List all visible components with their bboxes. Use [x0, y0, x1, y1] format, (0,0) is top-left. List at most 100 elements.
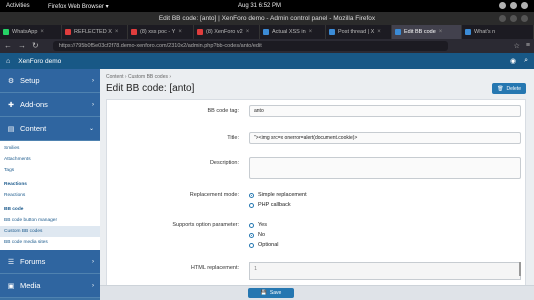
tab-favicon-icon — [197, 29, 203, 35]
sidebar-item-bb-code-button-manager[interactable]: BB code button manager — [0, 215, 100, 226]
tab-0[interactable]: WhatsApp × — [0, 25, 62, 39]
radio-checked-icon — [249, 232, 254, 238]
chevron-right-icon: › — [92, 77, 94, 84]
sidebar-item-tags[interactable]: Tags — [0, 165, 100, 176]
tab-favicon-icon — [131, 29, 137, 35]
tab-favicon-icon — [65, 29, 71, 35]
home-icon[interactable]: ⌂ — [6, 58, 10, 65]
save-button[interactable]: 💾 Save — [248, 288, 294, 298]
site-name[interactable]: XenForo demo — [18, 58, 61, 65]
tab-favicon-icon — [395, 29, 401, 35]
support-yes-radio[interactable]: Yes — [249, 222, 267, 228]
tab-close-icon[interactable]: × — [439, 29, 443, 35]
sidebar-item-attachments[interactable]: Attachments — [0, 154, 100, 165]
admin-sidebar: ⚙ Setup › ✚ Add-ons › ▤ Content ⌄ Smilie… — [0, 69, 100, 300]
tab-5[interactable]: Post thread | X × — [326, 25, 392, 39]
clock[interactable]: Aug 31 6:52 PM — [238, 3, 281, 9]
sidebar-item-custom-bb-codes[interactable]: Custom BB codes — [0, 226, 100, 237]
sidebar-section-forums[interactable]: ☰ Forums › — [0, 250, 100, 274]
header-actions: ◉ ⌕ — [510, 57, 528, 65]
bookmark-star-icon[interactable]: ☆ — [514, 42, 520, 50]
reload-icon[interactable]: ↻ — [32, 42, 39, 50]
tab-7[interactable]: What's n — [462, 25, 534, 39]
support-no-radio[interactable]: No — [249, 232, 265, 238]
trash-icon: 🗑 — [497, 85, 504, 92]
sidebar-section-setup[interactable]: ⚙ Setup › — [0, 69, 100, 93]
minimize-icon[interactable] — [499, 15, 506, 22]
main-content: Content › Custom BB codes › Edit BB code… — [100, 69, 534, 300]
chevron-right-icon: › — [92, 258, 94, 265]
sidebar-item-smilies[interactable]: Smilies — [0, 143, 100, 154]
back-icon[interactable]: ← — [4, 42, 12, 50]
content-submenu: Smilies Attachments Tags Reactions React… — [0, 141, 100, 250]
support-optional-radio[interactable]: Optional — [249, 242, 279, 248]
tab-2[interactable]: (8) xss poc - Y × — [128, 25, 194, 39]
line-number: 1 — [254, 266, 258, 272]
system-tray[interactable] — [499, 2, 528, 9]
tab-close-icon[interactable]: × — [115, 29, 119, 35]
user-icon[interactable]: ◉ — [510, 57, 516, 65]
tab-6-active[interactable]: Edit BB code × — [392, 25, 462, 39]
title-label: Title: — [227, 135, 239, 141]
admin-header: ⌂ XenForo demo ◉ ⌕ — [0, 53, 534, 69]
tab-close-icon[interactable]: × — [178, 29, 182, 35]
save-icon: 💾 — [260, 290, 267, 296]
chevron-down-icon: ⌄ — [88, 126, 94, 132]
sidebar-item-bb-code-media-sites[interactable]: BB code media sites — [0, 237, 100, 248]
search-icon[interactable]: ⌕ — [524, 57, 528, 65]
editor-scrollbar[interactable] — [519, 262, 521, 276]
close-window-icon[interactable] — [521, 15, 528, 22]
tab-close-icon[interactable]: × — [246, 29, 250, 35]
sidebar-item-reactions[interactable]: Reactions — [0, 190, 100, 201]
chevron-right-icon: › — [92, 282, 94, 289]
puzzle-icon: ✚ — [8, 101, 14, 109]
delete-button[interactable]: 🗑 Delete — [492, 83, 526, 94]
tab-close-icon[interactable]: × — [377, 29, 381, 35]
url-bar[interactable]: https://795b0f5e03cf2f78.demo-xenforo.co… — [52, 41, 448, 51]
description-textarea[interactable] — [249, 157, 521, 179]
system-top-bar: Activities Firefox Web Browser ▾ Aug 31 … — [0, 0, 534, 12]
mode-simple-radio[interactable]: Simple replacement — [249, 192, 307, 198]
sidebar-section-addons[interactable]: ✚ Add-ons › — [0, 93, 100, 117]
edit-form: BB code tag: anto Title: "><img src=x on… — [106, 99, 526, 300]
breadcrumb[interactable]: Content › Custom BB codes › — [106, 74, 171, 80]
sidebar-section-media[interactable]: ▣ Media › — [0, 274, 100, 298]
toolbar-right: ☆ ≡ — [514, 42, 530, 50]
maximize-icon[interactable] — [510, 15, 517, 22]
form-submit-row: 💾 Save — [100, 285, 534, 300]
tag-input[interactable]: anto — [249, 105, 521, 117]
sidebar-section-content[interactable]: ▤ Content ⌄ — [0, 117, 100, 141]
tab-close-icon[interactable]: × — [40, 29, 44, 35]
radio-checked-icon — [249, 192, 254, 198]
html-replacement-label: HTML replacement: — [190, 265, 239, 271]
app-menu[interactable]: Firefox Web Browser ▾ — [48, 3, 109, 10]
window-titlebar: Edit BB code: [anto] | XenForo demo - Ad… — [0, 12, 534, 25]
tab-favicon-icon — [263, 29, 269, 35]
sidebar-group-reactions: Reactions — [4, 182, 27, 187]
sidebar-group-bb-code: BB code — [4, 207, 24, 212]
network-icon — [499, 2, 506, 9]
window-controls — [499, 15, 528, 22]
activities-button[interactable]: Activities — [6, 3, 30, 9]
window-title: Edit BB code: [anto] | XenForo demo - Ad… — [158, 15, 376, 22]
title-input[interactable]: "><img src=x onerror=alert(document.cook… — [249, 132, 521, 144]
browser-toolbar: ← → ↻ https://795b0f5e03cf2f78.demo-xenf… — [0, 39, 534, 53]
menu-icon[interactable]: ≡ — [526, 42, 530, 50]
mode-php-callback-radio[interactable]: PHP callback — [249, 202, 291, 208]
replacement-mode-label: Replacement mode: — [189, 192, 239, 198]
html-replacement-editor[interactable]: 1 — [249, 262, 521, 280]
radio-icon — [249, 202, 254, 208]
radio-icon — [249, 242, 254, 248]
forward-icon[interactable]: → — [18, 42, 26, 50]
tab-3[interactable]: (8) XenForo v2 × — [194, 25, 260, 39]
page-title: Edit BB code: [anto] — [106, 83, 195, 94]
radio-icon — [249, 222, 254, 228]
tab-close-icon[interactable]: × — [309, 29, 313, 35]
tab-favicon-icon — [465, 29, 471, 35]
tab-1[interactable]: REFLECTED X × — [62, 25, 128, 39]
tab-favicon-icon — [329, 29, 335, 35]
media-icon: ▣ — [7, 282, 15, 290]
forums-icon: ☰ — [7, 258, 15, 266]
tag-label: BB code tag: — [207, 108, 240, 114]
tab-4[interactable]: Actual XSS in × — [260, 25, 326, 39]
